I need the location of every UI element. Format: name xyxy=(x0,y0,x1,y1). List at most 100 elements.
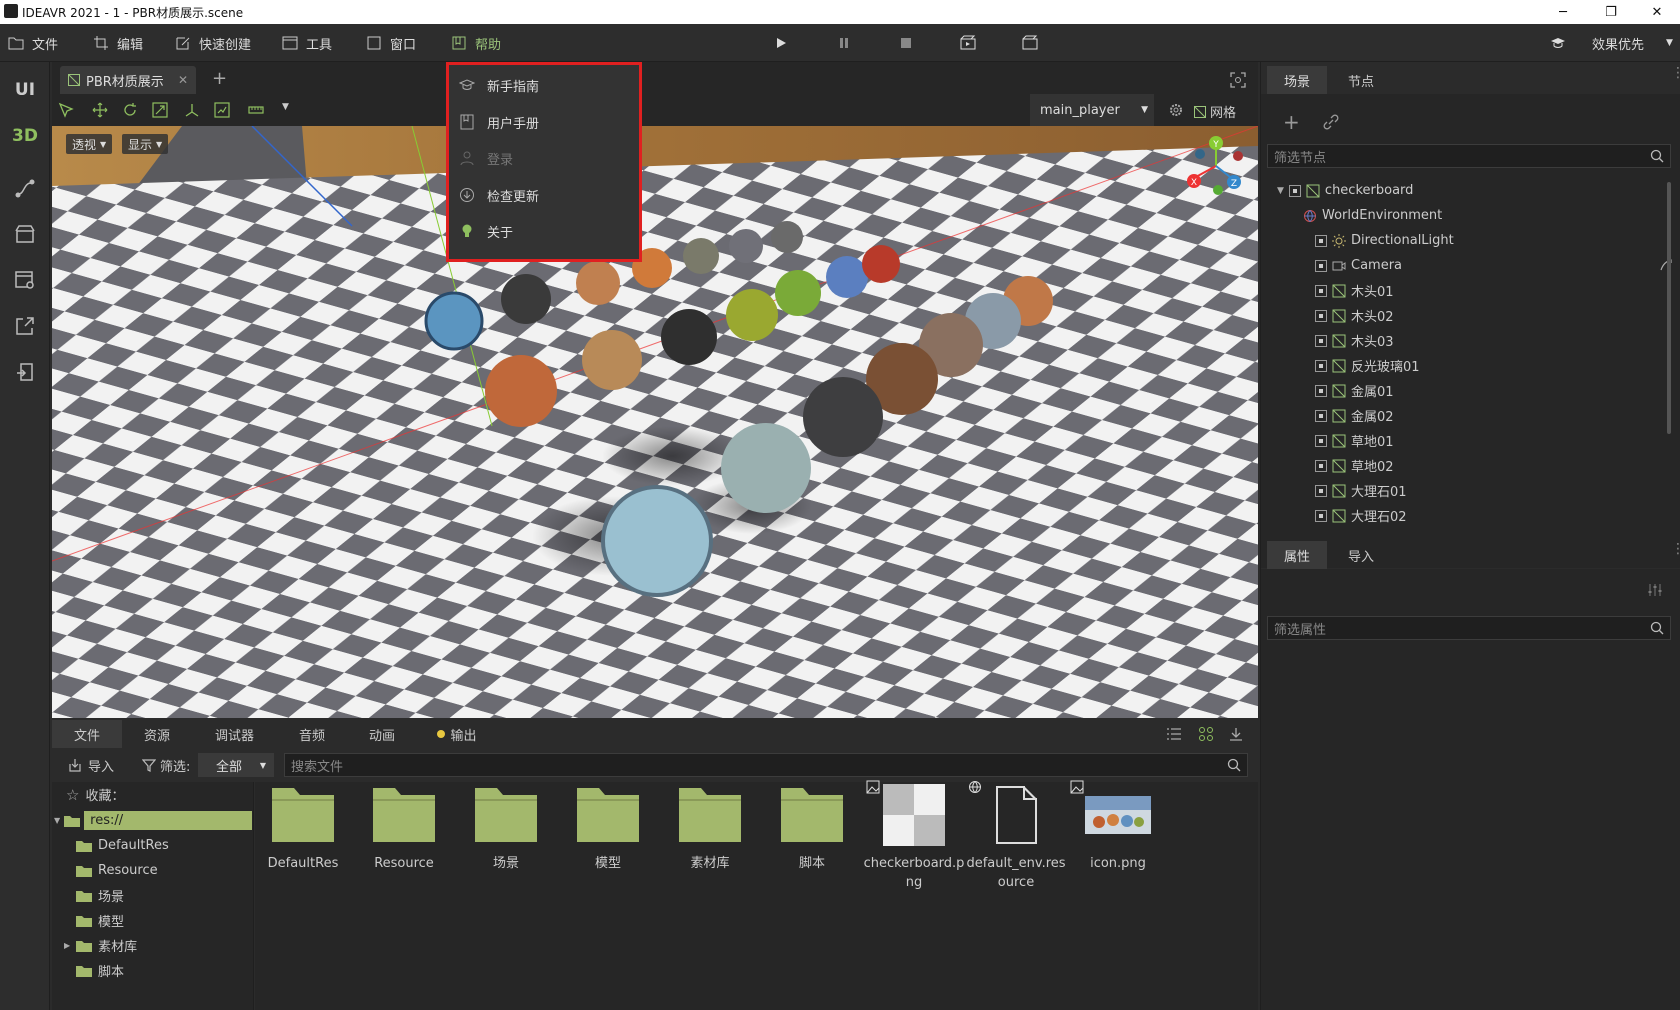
tree-root[interactable]: ▼ res:// xyxy=(52,808,252,833)
tree-folder-defaultres[interactable]: DefaultRes xyxy=(76,833,169,858)
tree-folder-library[interactable]: ▶ 素材库 xyxy=(64,933,137,958)
viewport-settings-button[interactable] xyxy=(1166,100,1186,120)
tab-nodes[interactable]: 节点 xyxy=(1331,66,1391,94)
tree-node-metal02[interactable]: 金属02 xyxy=(1315,403,1680,428)
visibility-checkbox[interactable] xyxy=(1315,509,1327,522)
collapse-arrow-icon[interactable]: ▼ xyxy=(54,816,60,825)
menu-window[interactable]: 窗口 xyxy=(366,24,416,62)
tree-node-grass01[interactable]: 草地01 xyxy=(1315,428,1680,453)
menu-item-check-update[interactable]: 检查更新 xyxy=(459,181,629,209)
tree-node-wood02[interactable]: 木头02 xyxy=(1315,303,1680,328)
file-item-icon-png[interactable]: icon.png xyxy=(1070,784,1166,873)
visibility-checkbox[interactable] xyxy=(1315,259,1327,272)
snap-button[interactable] xyxy=(212,100,232,120)
player-select[interactable]: main_player ▼ xyxy=(1030,94,1154,126)
tree-node-directional-light[interactable]: DirectionalLight xyxy=(1315,228,1680,253)
tree-node-marble02[interactable]: 大理石02 xyxy=(1315,503,1680,528)
tree-node-metal01[interactable]: 金属01 xyxy=(1315,378,1680,403)
tree-node-checkerboard[interactable]: ▼ checkerboard xyxy=(1277,178,1677,203)
tab-files[interactable]: 文件 xyxy=(52,720,122,748)
tree-node-wood01[interactable]: 木头01 xyxy=(1315,278,1680,303)
rotate-tool-button[interactable] xyxy=(120,100,140,120)
file-item-library[interactable]: 素材库 xyxy=(662,784,758,873)
ui-mode-button[interactable]: UI xyxy=(0,68,50,112)
menu-quick-create[interactable]: 快速创建 xyxy=(175,24,251,62)
visibility-checkbox[interactable] xyxy=(1315,309,1327,322)
tab-debugger[interactable]: 调试器 xyxy=(192,720,277,748)
play-scene-button[interactable] xyxy=(958,33,978,53)
tree-node-grass02[interactable]: 草地02 xyxy=(1315,453,1680,478)
tab-scene[interactable]: 场景 xyxy=(1267,66,1327,94)
menu-tools[interactable]: 工具 xyxy=(282,24,332,62)
add-node-button[interactable]: + xyxy=(1283,110,1300,134)
tab-properties[interactable]: 属性 xyxy=(1267,541,1327,569)
menu-help[interactable]: 帮助 xyxy=(451,24,501,62)
close-window-button[interactable]: ✕ xyxy=(1634,0,1680,24)
expand-arrow-icon[interactable]: ▶ xyxy=(64,941,70,950)
menu-item-beginner-guide[interactable]: 新手指南 xyxy=(459,71,629,99)
visibility-checkbox[interactable] xyxy=(1315,459,1327,472)
collapse-arrow-icon[interactable]: ▼ xyxy=(1277,186,1284,196)
grid-view-button[interactable] xyxy=(1198,726,1214,742)
tree-node-wood03[interactable]: 木头03 xyxy=(1315,328,1680,353)
store-button[interactable] xyxy=(0,212,50,256)
visibility-checkbox[interactable] xyxy=(1315,384,1327,397)
scene-tab[interactable]: PBR材质展示 ✕ xyxy=(60,66,196,94)
maximize-button[interactable]: ❐ xyxy=(1588,0,1634,24)
tree-node-camera[interactable]: Camera xyxy=(1315,253,1680,278)
scale-tool-button[interactable] xyxy=(150,100,170,120)
fullscreen-button[interactable] xyxy=(1230,72,1246,88)
local-axes-button[interactable] xyxy=(182,100,202,120)
minimize-button[interactable]: ─ xyxy=(1540,0,1586,24)
list-view-button[interactable] xyxy=(1166,726,1182,742)
tab-resources[interactable]: 资源 xyxy=(122,720,192,748)
visibility-checkbox[interactable] xyxy=(1315,434,1327,447)
visibility-checkbox[interactable] xyxy=(1315,409,1327,422)
menu-item-about[interactable]: 关于 xyxy=(459,217,629,245)
menu-file[interactable]: 文件 xyxy=(8,24,58,62)
grid-toggle[interactable]: 网格 xyxy=(1194,102,1236,121)
menu-item-user-manual[interactable]: 用户手册 xyxy=(459,108,629,136)
close-tab-icon[interactable]: ✕ xyxy=(178,73,188,87)
select-tool-button[interactable] xyxy=(56,100,76,120)
visibility-checkbox[interactable] xyxy=(1315,359,1327,372)
import-button[interactable]: 导入 xyxy=(68,754,114,776)
tree-folder-models[interactable]: 模型 xyxy=(76,908,124,933)
file-item-models[interactable]: 模型 xyxy=(560,784,656,873)
tree-node-world-environment[interactable]: WorldEnvironment xyxy=(1303,203,1680,228)
file-item-checkerboard[interactable]: checkerboard.p ng xyxy=(864,784,964,892)
tree-node-glass01[interactable]: 反光玻璃01 xyxy=(1315,353,1680,378)
3d-viewport[interactable]: Y X Z 透视 ▼ 显示 ▼ xyxy=(52,126,1258,718)
play-custom-scene-button[interactable] xyxy=(1020,33,1040,53)
visibility-checkbox[interactable] xyxy=(1315,334,1327,347)
file-item-defaultres[interactable]: DefaultRes xyxy=(255,784,351,873)
tree-node-marble01[interactable]: 大理石01 xyxy=(1315,478,1680,503)
play-button[interactable] xyxy=(771,33,791,53)
property-filter-input[interactable]: 筛选属性 xyxy=(1267,616,1671,640)
visibility-checkbox[interactable] xyxy=(1315,284,1327,297)
file-item-scripts[interactable]: 脚本 xyxy=(764,784,860,873)
chevron-down-icon[interactable]: ▼ xyxy=(282,102,289,112)
file-item-scenes[interactable]: 场景 xyxy=(458,784,554,873)
file-search-input[interactable]: 搜索文件 xyxy=(284,753,1248,777)
panel-menu-icon[interactable]: ⋮ xyxy=(1671,66,1680,80)
move-tool-button[interactable] xyxy=(90,100,110,120)
display-dropdown[interactable]: 显示 ▼ xyxy=(122,134,169,154)
panel-menu-icon[interactable]: ⋮ xyxy=(1671,542,1680,556)
filter-type-select[interactable]: 全部 ▼ xyxy=(198,753,274,777)
export-button[interactable] xyxy=(0,304,50,348)
file-item-resource[interactable]: Resource xyxy=(356,784,452,873)
publish-button[interactable] xyxy=(0,350,50,394)
add-tab-button[interactable]: + xyxy=(212,68,227,89)
tab-import[interactable]: 导入 xyxy=(1331,541,1391,569)
stop-button[interactable] xyxy=(896,33,916,53)
settings-panel-button[interactable] xyxy=(0,258,50,302)
visibility-checkbox[interactable] xyxy=(1288,184,1301,197)
visibility-checkbox[interactable] xyxy=(1315,484,1327,497)
tutorial-button[interactable] xyxy=(1548,33,1568,53)
ruler-button[interactable] xyxy=(246,100,266,120)
tree-scrollbar[interactable] xyxy=(1667,182,1671,434)
tab-audio[interactable]: 音频 xyxy=(277,720,347,748)
property-settings-button[interactable] xyxy=(1647,582,1663,598)
collapse-panel-button[interactable] xyxy=(1228,726,1244,742)
